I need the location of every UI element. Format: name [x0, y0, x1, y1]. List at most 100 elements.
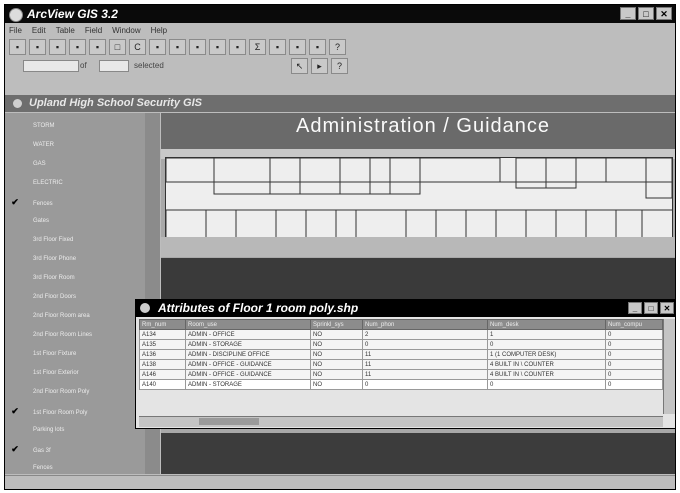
table-cell[interactable]: 11 [362, 359, 488, 370]
table-row[interactable]: A134 ADMIN - OFFICE NO 2 1 0 [139, 329, 663, 340]
scrollbar-thumb[interactable] [199, 418, 259, 425]
toc-item[interactable]: 2nd Floor Doors [9, 290, 76, 304]
table-cell[interactable]: 0 [605, 339, 663, 350]
column-header[interactable]: Num_compu [605, 319, 663, 330]
table-cell[interactable]: A140 [139, 379, 186, 390]
maximize-button[interactable]: □ [638, 7, 654, 20]
paste-button[interactable]: ▪ [89, 39, 106, 55]
toc-item[interactable]: Parking lots [9, 423, 64, 437]
refresh-button[interactable]: C [129, 39, 146, 55]
table-row[interactable]: A135 ADMIN - STORAGE NO 0 0 0 [139, 339, 663, 350]
column-header[interactable]: Num_desk [487, 319, 606, 330]
edit-button[interactable]: ▪ [29, 39, 46, 55]
menu-file[interactable]: File [9, 24, 22, 38]
pointer-icon[interactable]: ↖ [291, 58, 308, 74]
table-row[interactable]: A146 ADMIN - OFFICE - GUIDANCE NO 11 4 B… [139, 369, 663, 380]
toc-item[interactable]: 2nd Floor Room area [9, 309, 90, 323]
column-header[interactable]: Sprinkl_sys [310, 319, 363, 330]
toc-item[interactable]: 2nd Floor Room Poly [9, 385, 89, 399]
identify-icon[interactable]: ? [331, 58, 348, 74]
table-cell[interactable]: 1 [487, 329, 606, 340]
table-cell[interactable]: A134 [139, 329, 186, 340]
blank-button[interactable]: □ [109, 39, 126, 55]
menu-window[interactable]: Window [112, 24, 140, 38]
table-cell[interactable]: ADMIN - STORAGE [185, 379, 311, 390]
table-cell[interactable]: NO [310, 329, 363, 340]
table-cell[interactable]: 0 [362, 339, 488, 350]
toc-item[interactable]: ELECTRIC [9, 176, 63, 190]
statistics-sigma-button[interactable]: Σ [249, 39, 266, 55]
table-cell[interactable]: 0 [487, 379, 606, 390]
table-icon[interactable] [140, 303, 150, 313]
toc-item[interactable]: 2nd Floor Room Lines [9, 328, 92, 342]
column-header[interactable]: Room_use [185, 319, 311, 330]
table-cell[interactable]: ADMIN - OFFICE [185, 329, 311, 340]
table-cell[interactable]: 11 [362, 349, 488, 360]
table-cell[interactable]: 0 [362, 379, 488, 390]
toc-item[interactable]: ✔ Fences [9, 195, 52, 209]
table-row[interactable]: A136 ADMIN - DISCIPLINE OFFICE NO 11 1 (… [139, 349, 663, 360]
table-cell[interactable]: ADMIN - DISCIPLINE OFFICE [185, 349, 311, 360]
minimize-button[interactable]: _ [628, 302, 642, 314]
toc-item[interactable]: ✔ Gas 3f [9, 442, 50, 456]
layer-checkbox[interactable]: ✔ [9, 442, 21, 456]
table-cell[interactable]: 4 BUILT IN \ COUNTER [487, 359, 606, 370]
toc-item[interactable]: 1st Floor Exterior [9, 366, 79, 380]
menu-field[interactable]: Field [85, 24, 102, 38]
table-cell[interactable]: 0 [605, 329, 663, 340]
attributes-vertical-scrollbar[interactable] [663, 319, 675, 414]
table-cell[interactable]: A135 [139, 339, 186, 350]
layer-checkbox[interactable]: ✔ [9, 195, 21, 209]
toc-item[interactable]: 1st Floor Fixture [9, 347, 76, 361]
table-cell[interactable]: 0 [605, 359, 663, 370]
table-cell[interactable]: 11 [362, 369, 488, 380]
maximize-button[interactable]: □ [644, 302, 658, 314]
cut-button[interactable]: ▪ [49, 39, 66, 55]
table-cell[interactable]: 2 [362, 329, 488, 340]
table-cell[interactable]: A146 [139, 369, 186, 380]
column-header[interactable]: Rm_num [139, 319, 186, 330]
close-button[interactable]: ✕ [656, 7, 672, 20]
toc-item[interactable]: Gates [9, 214, 49, 228]
find-button[interactable]: ▪ [169, 39, 186, 55]
toc-item[interactable]: 3rd Floor Room [9, 271, 75, 285]
table-cell[interactable]: ADMIN - OFFICE - GUIDANCE [185, 369, 311, 380]
table-row-selected[interactable]: A140 ADMIN - STORAGE NO 0 0 0 [139, 379, 663, 390]
sort-descending-button[interactable]: ▪ [289, 39, 306, 55]
menu-table[interactable]: Table [56, 24, 75, 38]
edit-cell-icon[interactable]: ▸ [311, 58, 328, 74]
sort-ascending-button[interactable]: ▪ [269, 39, 286, 55]
table-cell[interactable]: NO [310, 369, 363, 380]
toc-item[interactable]: Fences [9, 461, 53, 474]
table-cell[interactable]: A136 [139, 349, 186, 360]
layer-checkbox[interactable]: ✔ [9, 404, 21, 418]
arcview-globe-icon[interactable] [9, 8, 23, 22]
attributes-horizontal-scrollbar[interactable] [139, 416, 663, 427]
table-cell[interactable]: ADMIN - STORAGE [185, 339, 311, 350]
query-button[interactable]: ▪ [189, 39, 206, 55]
table-button[interactable]: ▪ [149, 39, 166, 55]
table-cell[interactable]: A138 [139, 359, 186, 370]
menu-edit[interactable]: Edit [32, 24, 46, 38]
minimize-button[interactable]: _ [620, 7, 636, 20]
table-cell[interactable]: ADMIN - OFFICE - GUIDANCE [185, 359, 311, 370]
table-row[interactable]: A138 ADMIN - OFFICE - GUIDANCE NO 11 4 B… [139, 359, 663, 370]
toc-item[interactable]: GAS [9, 157, 46, 171]
toc-item[interactable]: WATER [9, 138, 54, 152]
save-project-button[interactable]: ▪ [9, 39, 26, 55]
table-cell[interactable]: 0 [605, 369, 663, 380]
chart-button[interactable]: ▪ [309, 39, 326, 55]
table-cell[interactable]: 0 [605, 379, 663, 390]
close-button[interactable]: ✕ [660, 302, 674, 314]
help-button[interactable]: ? [329, 39, 346, 55]
toc-item[interactable]: STORM [9, 119, 55, 133]
table-cell[interactable]: 0 [487, 339, 606, 350]
promote-button[interactable]: ▪ [229, 39, 246, 55]
column-header[interactable]: Num_phon [362, 319, 488, 330]
select-all-button[interactable]: ▪ [209, 39, 226, 55]
toc-item[interactable]: ✔ 1st Floor Room Poly [9, 404, 87, 418]
table-cell[interactable]: NO [310, 359, 363, 370]
table-cell[interactable]: NO [310, 379, 363, 390]
view-icon[interactable] [13, 99, 22, 108]
table-cell[interactable]: 1 (1 COMPUTER DESK) [487, 349, 606, 360]
